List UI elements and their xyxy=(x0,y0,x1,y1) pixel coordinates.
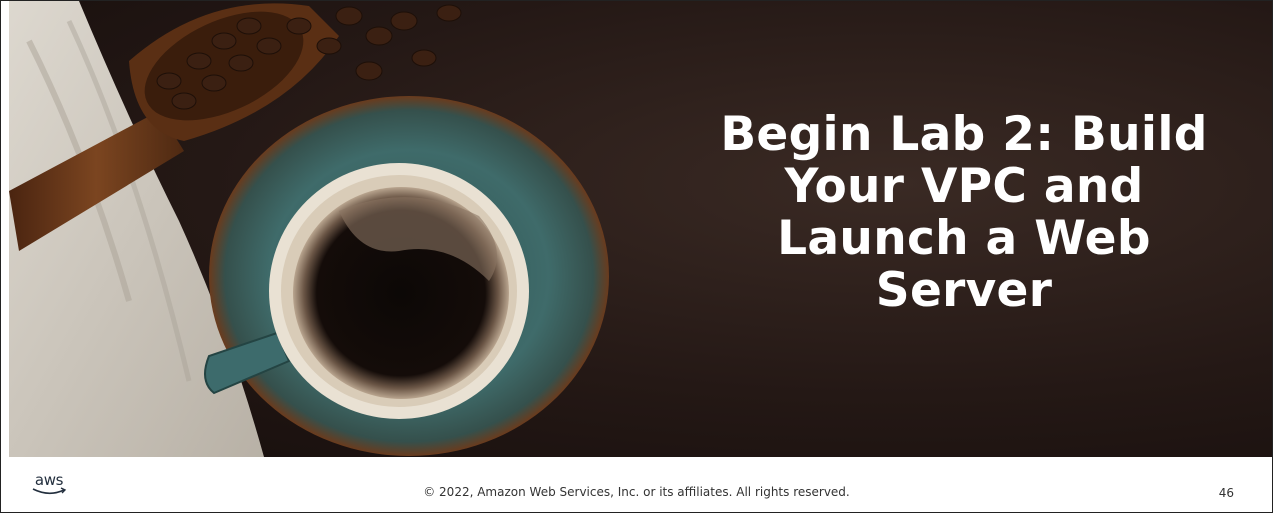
slide: Begin Lab 2: Build Your VPC and Launch a… xyxy=(0,0,1273,513)
hero-image: Begin Lab 2: Build Your VPC and Launch a… xyxy=(9,1,1272,457)
page-number: 46 xyxy=(1218,486,1234,500)
footer: aws © 2022, Amazon Web Services, Inc. or… xyxy=(1,457,1272,512)
slide-title: Begin Lab 2: Build Your VPC and Launch a… xyxy=(720,107,1208,318)
copyright-text: © 2022, Amazon Web Services, Inc. or its… xyxy=(423,485,850,499)
